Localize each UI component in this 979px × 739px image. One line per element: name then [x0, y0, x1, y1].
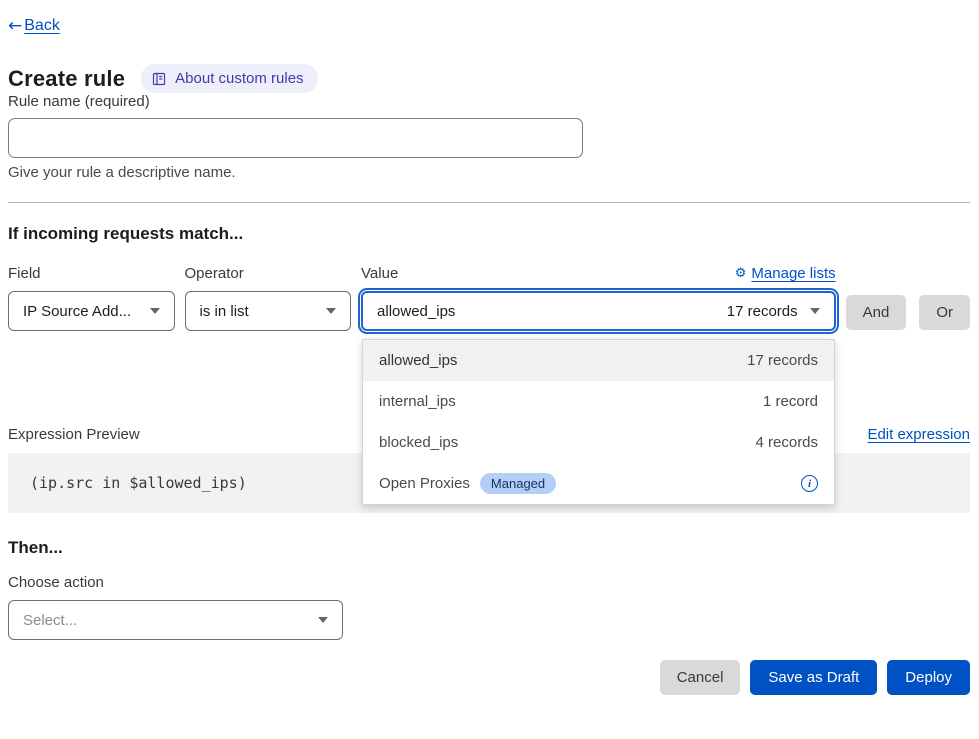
logic-buttons: And Or [846, 265, 970, 330]
rule-name-label: Rule name (required) [8, 93, 150, 110]
and-button[interactable]: And [846, 295, 907, 330]
section-divider [8, 202, 970, 203]
operator-select[interactable]: is in list [185, 291, 352, 331]
manage-lists-label: Manage lists [751, 265, 835, 282]
operator-label: Operator [185, 265, 352, 282]
value-select-value: allowed_ips [377, 303, 455, 320]
field-label: Field [8, 265, 175, 282]
rule-name-helper-text: Give your rule a descriptive name. [8, 164, 970, 181]
choose-action-label: Choose action [8, 574, 970, 591]
page-title: Create rule [8, 66, 125, 92]
create-rule-page: ←Back Create rule About custom rules Rul… [0, 0, 979, 695]
chevron-down-icon [326, 308, 336, 314]
value-label-row: Value ⚙ Manage lists [361, 265, 836, 282]
save-as-draft-button[interactable]: Save as Draft [750, 660, 877, 695]
value-label: Value [361, 265, 398, 282]
back-arrow-icon: ← [8, 16, 22, 36]
field-column: Field IP Source Add... [8, 265, 175, 331]
then-section-heading: Then... [8, 538, 970, 558]
value-column: Value ⚙ Manage lists allowed_ips 17 reco… [361, 265, 836, 331]
list-option-open-proxies[interactable]: Open Proxies Managed i [363, 463, 834, 504]
list-option-name: allowed_ips [379, 352, 457, 369]
list-option-name: internal_ips [379, 393, 456, 410]
list-dropdown-panel: allowed_ips 17 records internal_ips 1 re… [362, 339, 835, 505]
info-icon[interactable]: i [801, 475, 818, 492]
list-option-name: Open Proxies [379, 475, 470, 492]
chevron-down-icon [318, 617, 328, 623]
field-select-value: IP Source Add... [23, 303, 131, 320]
operator-select-value: is in list [200, 303, 249, 320]
list-option-blocked-ips[interactable]: blocked_ips 4 records [363, 422, 834, 463]
list-option-name: blocked_ips [379, 434, 458, 451]
action-select[interactable]: Select... [8, 600, 343, 640]
gear-icon: ⚙ [735, 266, 747, 281]
chevron-down-icon [150, 308, 160, 314]
field-select[interactable]: IP Source Add... [8, 291, 175, 331]
value-select-right: 17 records [727, 303, 820, 320]
book-icon [151, 71, 167, 87]
list-option-left: Open Proxies Managed [379, 473, 556, 494]
edit-expression-link[interactable]: Edit expression [867, 426, 970, 443]
back-link[interactable]: ←Back [8, 16, 60, 36]
list-option-record-count: 1 record [763, 393, 818, 410]
back-link-label: Back [24, 17, 60, 35]
operator-column: Operator is in list [185, 265, 352, 331]
or-button[interactable]: Or [919, 295, 970, 330]
list-option-record-count: 17 records [747, 352, 818, 369]
list-option-allowed-ips[interactable]: allowed_ips 17 records [363, 340, 834, 381]
cancel-button[interactable]: Cancel [660, 660, 741, 695]
about-custom-rules-label: About custom rules [175, 70, 303, 87]
footer-actions: Cancel Save as Draft Deploy [8, 660, 970, 695]
title-row: Create rule About custom rules [8, 64, 970, 93]
value-select-record-count: 17 records [727, 303, 798, 320]
match-section-heading: If incoming requests match... [8, 224, 970, 244]
condition-row: Field IP Source Add... Operator is in li… [8, 265, 970, 331]
manage-lists-link[interactable]: ⚙ Manage lists [735, 265, 836, 282]
expression-preview-label: Expression Preview [8, 426, 140, 443]
action-select-placeholder: Select... [23, 612, 77, 629]
list-option-internal-ips[interactable]: internal_ips 1 record [363, 381, 834, 422]
expression-code: (ip.src in $allowed_ips) [30, 474, 247, 492]
list-option-record-count: 4 records [756, 434, 819, 451]
deploy-button[interactable]: Deploy [887, 660, 970, 695]
value-select[interactable]: allowed_ips 17 records [361, 291, 836, 331]
about-custom-rules-link[interactable]: About custom rules [141, 64, 317, 93]
chevron-down-icon [810, 308, 820, 314]
rule-name-input[interactable] [8, 118, 583, 158]
managed-badge: Managed [480, 473, 556, 494]
